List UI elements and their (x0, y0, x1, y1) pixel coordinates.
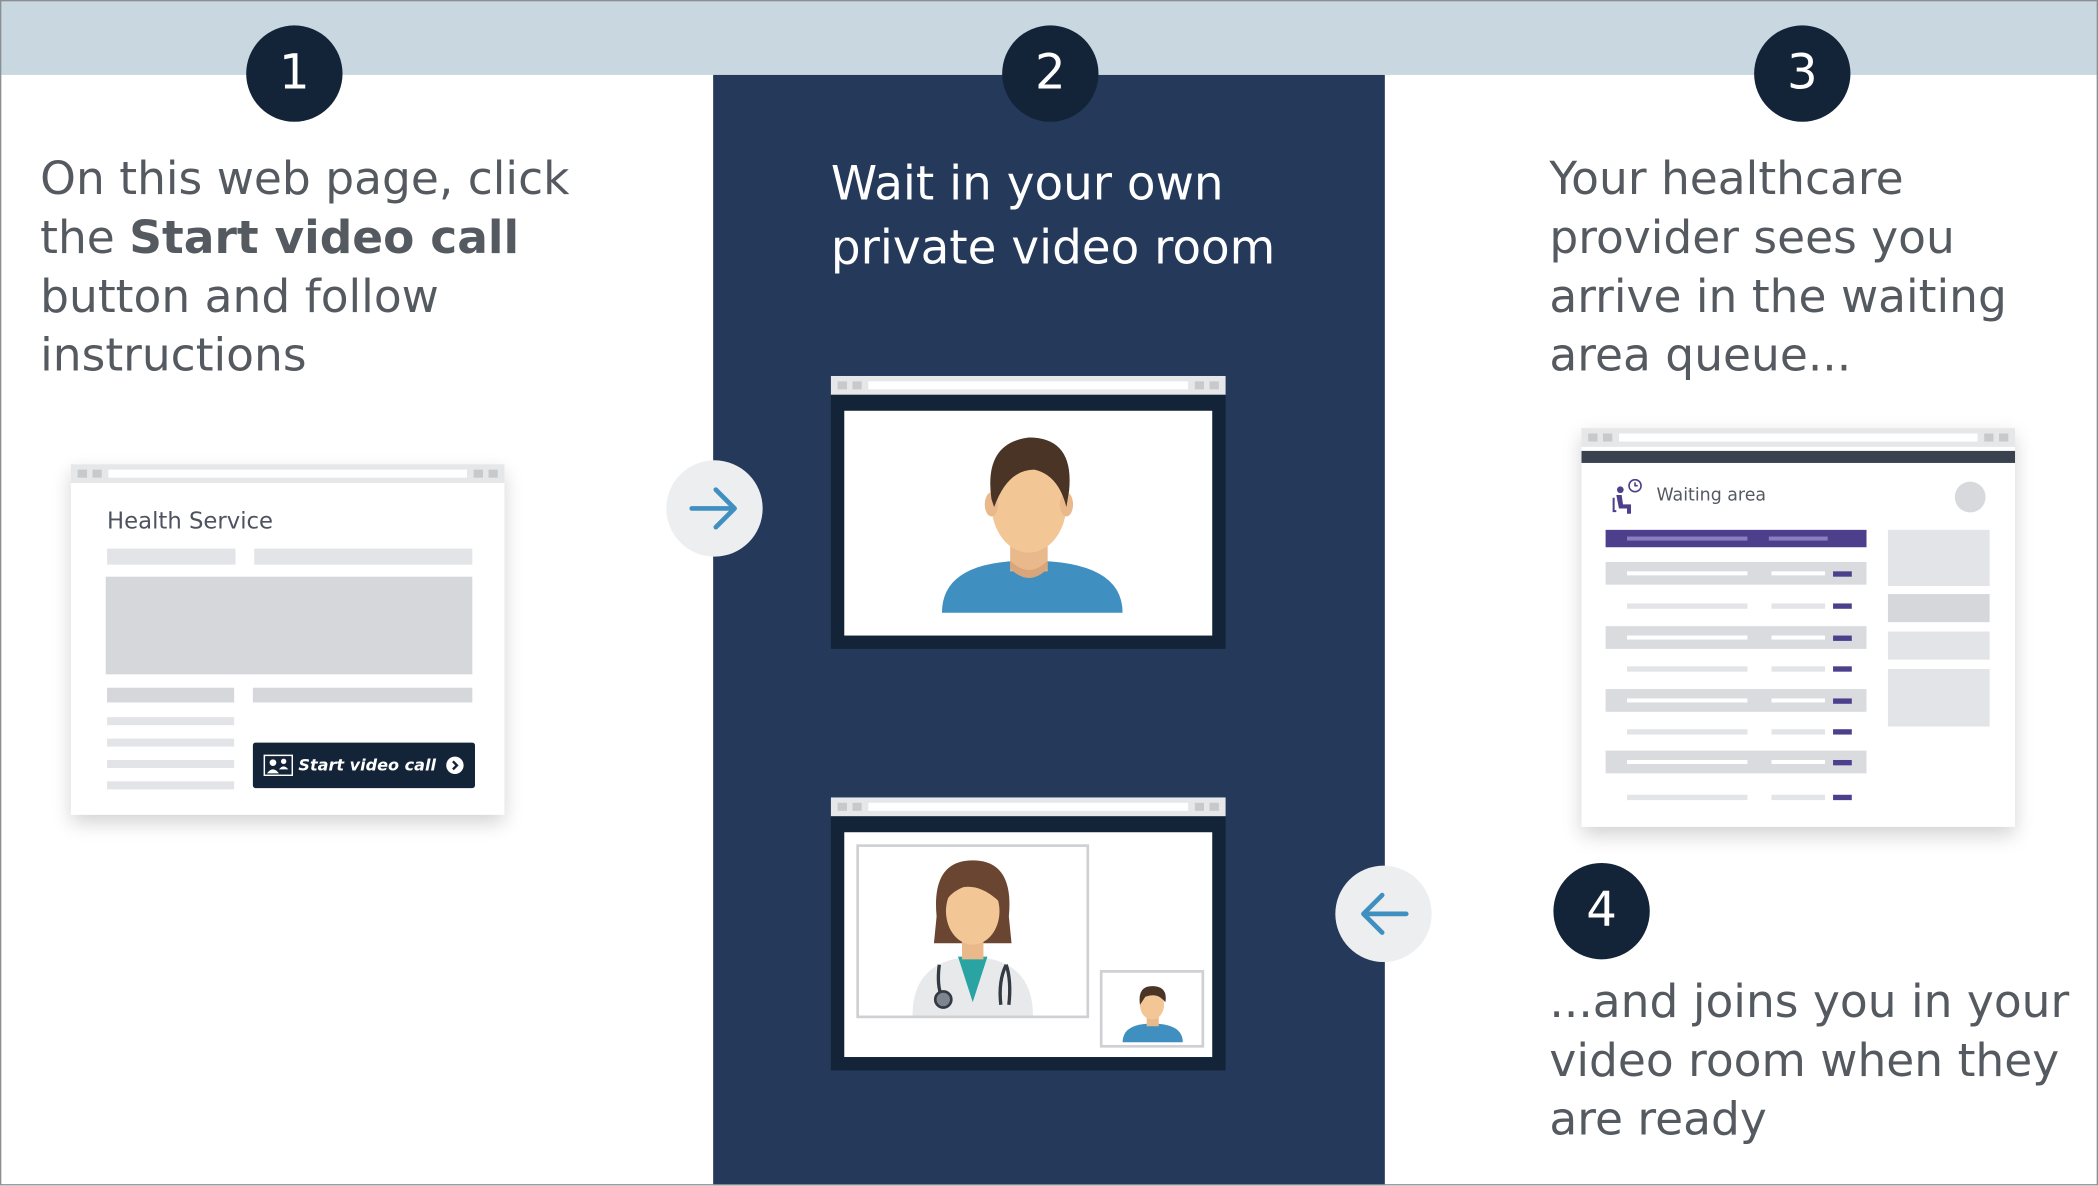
side-panel-block (1887, 631, 1990, 660)
start-video-call-button[interactable]: Start video call (252, 742, 475, 789)
chevron-right-circle-icon (446, 756, 464, 775)
arrow-right-connector (666, 460, 763, 557)
hero-image-placeholder (105, 576, 473, 675)
step-1-badge: 1 (246, 25, 343, 122)
doctor-avatar-icon (912, 860, 1033, 1016)
infographic-stage: 1 On this web page, click the Start vide… (0, 0, 2098, 1186)
patient-video-feed (844, 410, 1213, 636)
browser-chrome (1581, 428, 2016, 447)
step-3-badge: 3 (1754, 25, 1851, 122)
step-4-text: ...and joins you in your video room when… (1549, 975, 2070, 1147)
website-mockup: Health Service Start video call (70, 464, 505, 815)
user-avatar (1954, 481, 1986, 513)
self-view-video-feed (1099, 970, 1205, 1048)
step-3-text: Your healthcare provider sees you arrive… (1549, 152, 2007, 383)
person-avatar-icon (941, 437, 1123, 613)
browser-chrome (830, 797, 1226, 817)
arrow-right-icon (689, 487, 737, 530)
side-panel-block (1887, 594, 1990, 623)
arrow-left-icon (1361, 892, 1409, 935)
step-1-text: On this web page, click the Start video … (40, 150, 602, 385)
step-1-text-bold: Start video call (129, 211, 520, 265)
browser-chrome (830, 375, 1226, 395)
browser-chrome (70, 464, 505, 484)
app-header-bar (1581, 450, 2016, 463)
video-call-icon (263, 754, 294, 777)
step-2-text: Wait in your own private video room (830, 157, 1276, 276)
person-avatar-icon (1122, 986, 1183, 1043)
step-4-badge: 4 (1553, 863, 1650, 960)
waiting-area-title: Waiting area (1656, 485, 1767, 506)
video-call-window (830, 797, 1226, 1071)
waiting-room-icon (1612, 479, 1642, 514)
private-video-room-window (830, 375, 1226, 649)
side-panel-block (1887, 529, 1990, 587)
doctor-video-feed (856, 844, 1090, 1019)
step-2-badge: 2 (1002, 25, 1099, 122)
side-panel-block (1887, 669, 1990, 727)
start-video-call-label: Start video call (298, 755, 436, 775)
health-service-title: Health Service (107, 508, 274, 536)
step-1-text-post: button and follow instructions (40, 270, 439, 383)
waiting-area-mockup: Waiting area (1581, 428, 2016, 827)
arrow-left-connector (1335, 865, 1432, 963)
infographic-page: 1 On this web page, click the Start vide… (0, 0, 2098, 1186)
call-video-area (844, 832, 1213, 1058)
